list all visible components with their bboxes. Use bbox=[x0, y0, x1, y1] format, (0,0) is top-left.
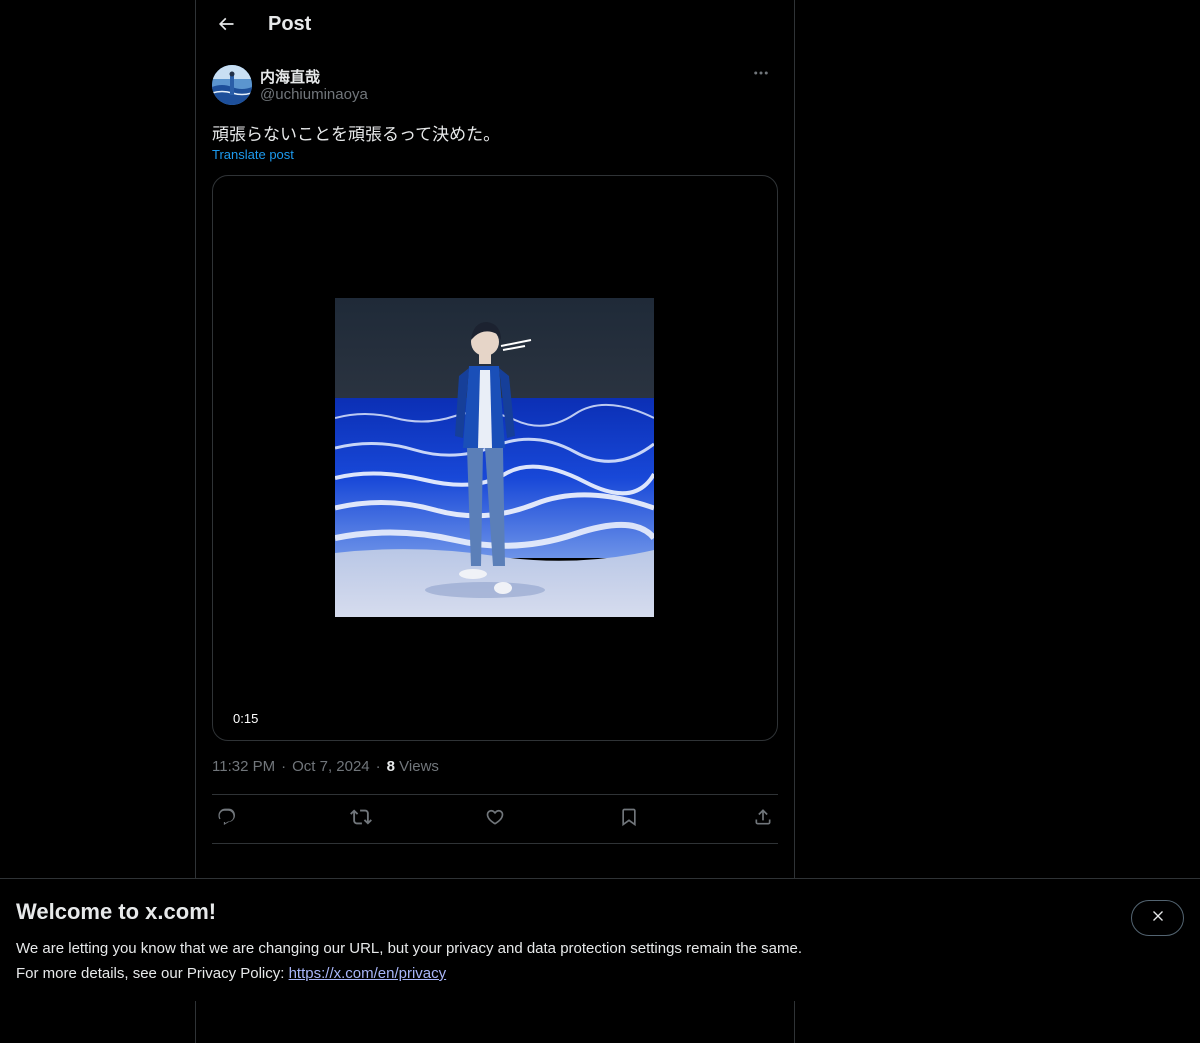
video-thumbnail bbox=[335, 298, 654, 617]
views: 8 Views bbox=[387, 758, 439, 775]
reply-button[interactable] bbox=[212, 804, 242, 834]
back-button[interactable] bbox=[208, 8, 244, 44]
views-label: Views bbox=[399, 758, 439, 775]
welcome-banner: Welcome to x.com! We are letting you kno… bbox=[0, 878, 1200, 1001]
separator: · bbox=[281, 758, 287, 775]
reply-icon bbox=[217, 807, 237, 832]
post-author: 内海直哉 @uchiuminaoya bbox=[212, 64, 778, 108]
page-header: Post bbox=[196, 0, 794, 53]
like-icon bbox=[485, 807, 505, 832]
separator: · bbox=[375, 758, 381, 775]
repost-button[interactable] bbox=[346, 804, 376, 834]
banner-title: Welcome to x.com! bbox=[16, 899, 217, 924]
bookmark-button[interactable] bbox=[614, 804, 644, 834]
post-text: 頑張らないことを頑張るって決めた。 bbox=[212, 125, 501, 145]
like-button[interactable] bbox=[480, 804, 510, 834]
author-display-name[interactable]: 内海直哉 bbox=[260, 66, 320, 87]
more-icon bbox=[752, 64, 770, 87]
post-time[interactable]: 11:32 PM bbox=[212, 758, 275, 775]
close-icon bbox=[1150, 908, 1166, 929]
page-title: Post bbox=[268, 13, 312, 35]
more-options-button[interactable] bbox=[744, 64, 778, 86]
avatar[interactable] bbox=[212, 65, 252, 105]
close-banner-button[interactable] bbox=[1131, 900, 1184, 936]
privacy-policy-link[interactable]: https://x.com/en/privacy bbox=[289, 965, 447, 982]
bookmark-icon bbox=[619, 807, 639, 832]
share-icon bbox=[753, 807, 773, 832]
banner-line-2: For more details, see our Privacy Policy… bbox=[16, 961, 802, 986]
post-metadata: 11:32 PM · Oct 7, 2024 · 8 Views bbox=[212, 758, 439, 775]
banner-message: We are letting you know that we are chan… bbox=[16, 936, 802, 986]
banner-line-2-text: For more details, see our Privacy Policy… bbox=[16, 965, 289, 982]
action-bar bbox=[212, 794, 778, 844]
arrow-left-icon bbox=[216, 14, 236, 39]
views-count: 8 bbox=[386, 758, 395, 775]
repost-icon bbox=[350, 806, 372, 833]
video-duration: 0:15 bbox=[229, 710, 263, 727]
share-button[interactable] bbox=[748, 804, 778, 834]
post-date[interactable]: Oct 7, 2024 bbox=[292, 758, 370, 775]
video-player[interactable]: 0:15 bbox=[212, 175, 778, 741]
banner-line-1: We are letting you know that we are chan… bbox=[16, 940, 802, 957]
author-handle[interactable]: @uchiuminaoya bbox=[260, 86, 368, 103]
translate-post-link[interactable]: Translate post bbox=[212, 147, 294, 162]
